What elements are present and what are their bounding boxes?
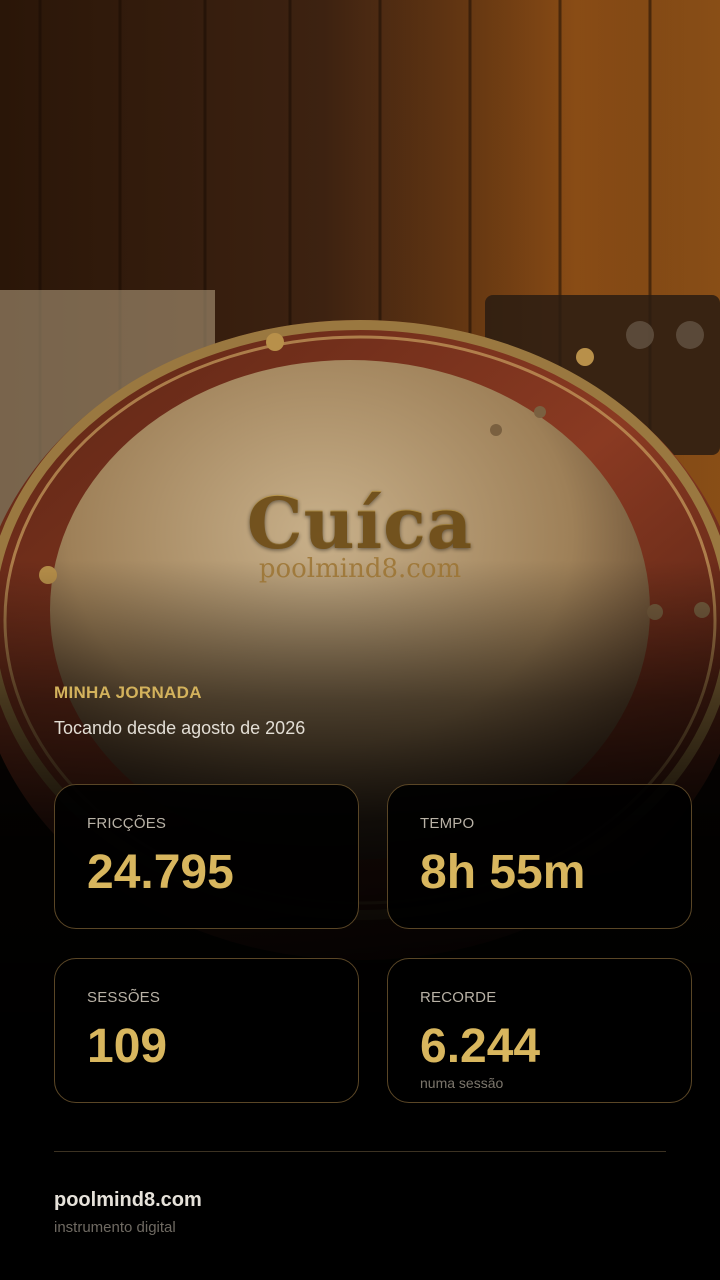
stat-card-tempo: TEMPO 8h 55m bbox=[387, 784, 692, 929]
footer-tagline: instrumento digital bbox=[54, 1219, 176, 1236]
logo: Cuíca poolmind8.com bbox=[0, 486, 720, 585]
divider bbox=[54, 1151, 666, 1152]
stat-value: 6.244 bbox=[420, 1020, 541, 1073]
logo-subtitle: poolmind8.com bbox=[258, 554, 462, 584]
stat-card-recorde: RECORDE 6.244 numa sessão bbox=[387, 958, 692, 1103]
stat-card-sessoes: SESSÕES 109 bbox=[54, 958, 359, 1103]
stat-value: 109 bbox=[87, 1020, 168, 1073]
footer-brand: poolmind8.com bbox=[54, 1189, 202, 1211]
logo-title: Cuíca bbox=[0, 486, 720, 560]
playing-since-text: Tocando desde agosto de 2026 bbox=[54, 718, 306, 738]
stat-note: numa sessão bbox=[420, 1075, 504, 1091]
section-title: MINHA JORNADA bbox=[54, 683, 202, 702]
stat-label: FRICÇÕES bbox=[87, 815, 167, 832]
stat-label: SESSÕES bbox=[87, 989, 161, 1006]
stat-value: 8h 55m bbox=[420, 846, 586, 899]
stat-value: 24.795 bbox=[87, 846, 234, 899]
stat-label: TEMPO bbox=[420, 815, 475, 832]
stat-label: RECORDE bbox=[420, 989, 497, 1006]
stat-card-friccoes: FRICÇÕES 24.795 bbox=[54, 784, 359, 929]
